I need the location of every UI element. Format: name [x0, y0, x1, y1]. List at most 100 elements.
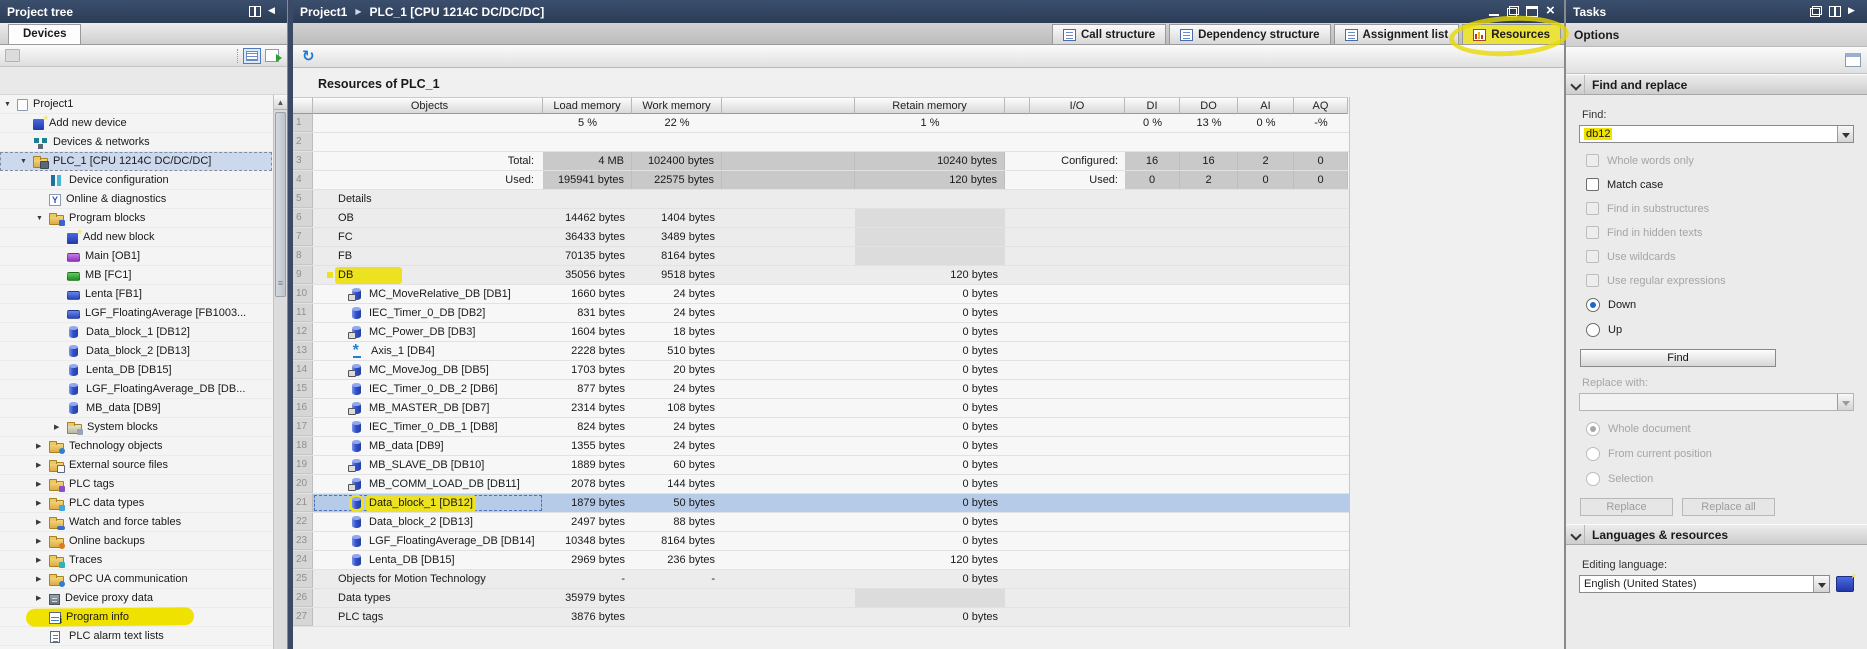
- tree-item[interactable]: Program info: [0, 608, 272, 627]
- chevron-down-icon[interactable]: [1566, 75, 1585, 94]
- tree-item[interactable]: PLC tags: [0, 475, 272, 494]
- table-row[interactable]: 1 5 % 22 % 1 % 0 %: [293, 114, 1349, 133]
- table-row[interactable]: 18 MB_data [DB9] 1355 bytes 24 bytes 0 b…: [293, 437, 1349, 456]
- radio-option[interactable]: Selection: [1586, 472, 1867, 486]
- expand-right-icon[interactable]: [1848, 6, 1860, 17]
- scrollbar-thumb[interactable]: ≡: [275, 112, 286, 297]
- expander-icon[interactable]: [20, 158, 33, 165]
- header-work-memory[interactable]: Work memory: [632, 97, 722, 114]
- table-row[interactable]: 15 IEC_Timer_0_DB_2 [DB6] 877 bytes 24 b…: [293, 380, 1349, 399]
- tree-item[interactable]: System blocks: [0, 418, 272, 437]
- tree-item[interactable]: Traces: [0, 551, 272, 570]
- dropdown-arrow-icon[interactable]: [1837, 126, 1853, 142]
- breadcrumb-target[interactable]: PLC_1 [CPU 1214C DC/DC/DC]: [370, 5, 545, 19]
- header-do[interactable]: DO: [1180, 97, 1238, 114]
- radio-button[interactable]: [1586, 472, 1600, 486]
- table-row[interactable]: 2: [293, 133, 1349, 152]
- table-row[interactable]: 19 MB_SLAVE_DB [DB10] 1889 bytes 60 byte…: [293, 456, 1349, 475]
- table-row[interactable]: 27 PLC tags 3876 bytes 0 bytes: [293, 608, 1349, 627]
- checkbox[interactable]: [1586, 202, 1599, 215]
- tree-scrollbar[interactable]: ▲ ≡: [273, 95, 287, 649]
- radio-button[interactable]: [1586, 422, 1600, 436]
- expander-icon[interactable]: [36, 556, 49, 564]
- columns-icon[interactable]: [249, 6, 261, 17]
- dropdown-arrow-icon[interactable]: [1813, 576, 1829, 592]
- tree-item[interactable]: Program blocks: [0, 209, 272, 228]
- header-aq[interactable]: AQ: [1294, 97, 1348, 114]
- tree-item[interactable]: PLC_1 [CPU 1214C DC/DC/DC]: [0, 152, 272, 171]
- tree-item[interactable]: OPC UA communication: [0, 570, 272, 589]
- tree-item[interactable]: Watch and force tables: [0, 513, 272, 532]
- chevron-down-icon[interactable]: [1566, 525, 1585, 544]
- checkbox[interactable]: [1586, 250, 1599, 263]
- expander-icon[interactable]: [36, 518, 49, 526]
- tree-item[interactable]: PLC data types: [0, 494, 272, 513]
- table-row[interactable]: 21 Data_block_1 [DB12] 1879 bytes 50 byt…: [293, 494, 1349, 513]
- table-row[interactable]: 16 MB_MASTER_DB [DB7] 2314 bytes 108 byt…: [293, 399, 1349, 418]
- checkbox[interactable]: [1586, 226, 1599, 239]
- minimize-icon[interactable]: [1488, 6, 1500, 17]
- table-row[interactable]: 24 Lenta_DB [DB15] 2969 bytes 236 bytes …: [293, 551, 1349, 570]
- tree-item[interactable]: LGF_FloatingAverage [FB1003...: [0, 304, 272, 323]
- table-row[interactable]: 26 Data types 35979 bytes: [293, 589, 1349, 608]
- section-languages-resources[interactable]: Languages & resources: [1566, 524, 1867, 545]
- table-row[interactable]: 13 Axis_1 [DB4] 2228 bytes 510 bytes 0 b…: [293, 342, 1349, 361]
- table-row[interactable]: 23 LGF_FloatingAverage_DB [DB14] 10348 b…: [293, 532, 1349, 551]
- maximize-icon[interactable]: [1526, 6, 1538, 17]
- expander-icon[interactable]: [36, 575, 49, 583]
- float-icon[interactable]: [1810, 6, 1822, 17]
- table-row[interactable]: 20 MB_COMM_LOAD_DB [DB11] 2078 bytes 144…: [293, 475, 1349, 494]
- checkbox[interactable]: [1586, 154, 1599, 167]
- table-row[interactable]: 22 Data_block_2 [DB13] 2497 bytes 88 byt…: [293, 513, 1349, 532]
- replace-input[interactable]: [1579, 393, 1854, 411]
- table-row[interactable]: 5 Details: [293, 190, 1349, 209]
- table-row[interactable]: 7 FC 36433 bytes 3489 bytes: [293, 228, 1349, 247]
- table-row[interactable]: 9 DB 35056 bytes 9518 bytes 120 bytes: [293, 266, 1349, 285]
- table-row[interactable]: 4 Used: 195941 bytes 22575 bytes 120 byt…: [293, 171, 1349, 190]
- table-row[interactable]: 12 MC_Power_DB [DB3] 1604 bytes 18 bytes…: [293, 323, 1349, 342]
- diagram-view-icon[interactable]: [265, 48, 282, 63]
- checkbox-option[interactable]: Use regular expressions: [1586, 274, 1867, 287]
- refresh-icon[interactable]: ↻: [302, 49, 315, 64]
- section-find-and-replace[interactable]: Find and replace: [1566, 74, 1867, 95]
- tree-item[interactable]: Technology objects: [0, 437, 272, 456]
- radio-option[interactable]: Whole document: [1586, 422, 1867, 436]
- tree-item[interactable]: Online & diagnostics: [0, 190, 272, 209]
- expander-icon[interactable]: [4, 101, 17, 108]
- radio-option[interactable]: From current position: [1586, 447, 1867, 461]
- breadcrumb-project[interactable]: Project1: [300, 5, 347, 19]
- close-icon[interactable]: [1545, 6, 1557, 17]
- table-row[interactable]: 17 IEC_Timer_0_DB_1 [DB8] 824 bytes 24 b…: [293, 418, 1349, 437]
- expander-icon[interactable]: [54, 423, 67, 431]
- table-row[interactable]: 6 OB 14462 bytes 1404 bytes: [293, 209, 1349, 228]
- tree-item[interactable]: Online backups: [0, 532, 272, 551]
- table-row[interactable]: 10 MC_MoveRelative_DB [DB1] 1660 bytes 2…: [293, 285, 1349, 304]
- expander-icon[interactable]: [36, 480, 49, 488]
- expander-icon[interactable]: [36, 461, 49, 469]
- expander-icon[interactable]: [36, 442, 49, 450]
- tree-item[interactable]: Data_block_2 [DB13]: [0, 342, 272, 361]
- find-button[interactable]: Find: [1580, 349, 1776, 367]
- dropdown-arrow-icon[interactable]: [1837, 394, 1853, 410]
- tree-item[interactable]: PLC alarm text lists: [0, 627, 272, 646]
- tree-item[interactable]: Add new device: [0, 114, 272, 133]
- restore-icon[interactable]: [1507, 6, 1519, 17]
- tree-item[interactable]: Add new block: [0, 228, 272, 247]
- checkbox-option[interactable]: Find in substructures: [1586, 202, 1867, 215]
- tree-item[interactable]: LGF_FloatingAverage_DB [DB...: [0, 380, 272, 399]
- document-tab[interactable]: Resources: [1462, 24, 1561, 44]
- expander-icon[interactable]: [36, 594, 49, 602]
- tree-item[interactable]: Data_block_1 [DB12]: [0, 323, 272, 342]
- tree-item[interactable]: Device proxy data: [0, 589, 272, 608]
- find-input[interactable]: db12: [1579, 125, 1854, 143]
- tree-item[interactable]: Lenta_DB [DB15]: [0, 361, 272, 380]
- checkbox[interactable]: [1586, 178, 1599, 191]
- header-di[interactable]: DI: [1125, 97, 1180, 114]
- table-row[interactable]: 3 Total: 4 MB 102400 bytes 10240 bytes: [293, 152, 1349, 171]
- columns-icon[interactable]: [1829, 6, 1841, 17]
- expander-icon[interactable]: [36, 215, 49, 222]
- replace-button[interactable]: Replace: [1580, 498, 1673, 516]
- tree-item[interactable]: Devices & networks: [0, 133, 272, 152]
- header-load-memory[interactable]: Load memory: [543, 97, 632, 114]
- checkbox-option[interactable]: Match case: [1586, 178, 1867, 191]
